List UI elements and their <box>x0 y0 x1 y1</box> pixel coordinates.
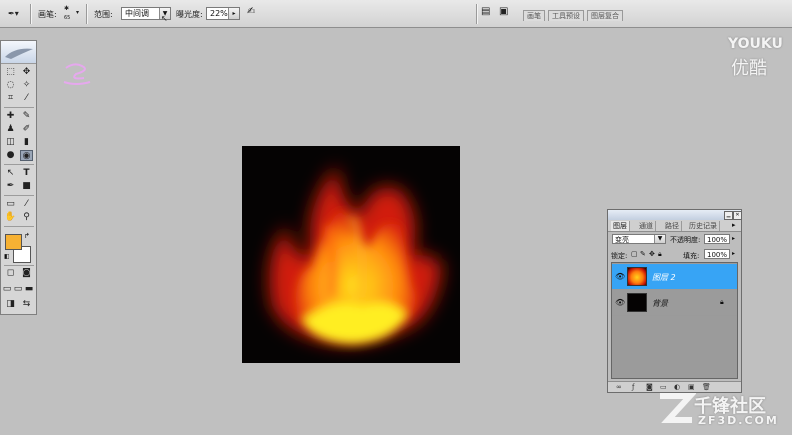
layer-thumbnail <box>627 293 647 312</box>
quick-mask-icon[interactable]: ◙ <box>20 268 33 279</box>
stamp-icon[interactable]: ♟ <box>4 124 17 135</box>
type-icon[interactable]: T <box>20 168 33 179</box>
eye-icon[interactable]: 👁︎ <box>615 298 625 307</box>
lock-label: 锁定: <box>611 252 628 260</box>
scribble-mark <box>63 63 91 85</box>
close-icon[interactable]: ✕ <box>733 211 742 220</box>
well-tab-brushes[interactable]: 画笔 <box>523 10 545 21</box>
tab-history[interactable]: 历史记录 <box>687 221 720 231</box>
layers-panel-titlebar[interactable]: ▁ ✕ <box>608 210 742 220</box>
chevron-down-icon[interactable]: ▼ <box>654 235 665 243</box>
file-browser-icon[interactable]: ▤ <box>481 6 490 17</box>
exposure-value: 22% <box>210 9 228 18</box>
gradient-icon[interactable]: ▮ <box>20 137 33 148</box>
layer-list: 👁︎ 图层 2 👁︎ 背景 🔒︎ <box>611 262 738 379</box>
panel-menu-icon[interactable]: ▸ <box>732 221 736 229</box>
layers-panel-tabs: 图层 通道 路径 历史记录 ▸ <box>608 220 741 232</box>
imageready-icon[interactable]: ◨ <box>4 299 17 310</box>
magic-wand-icon[interactable]: ✧ <box>20 80 33 91</box>
blend-mode-select[interactable]: 变亮 ▼ <box>612 234 666 244</box>
crop-icon[interactable]: ⌗ <box>4 93 17 104</box>
shape-icon[interactable]: ■ <box>20 181 33 192</box>
options-bar: ✒▾ 画笔: ✱ 65 ▾ 范围: 中间调 ▼ ↖ 曝光度: 22% ▸ ✍ ▤… <box>0 0 792 28</box>
move-icon[interactable]: ✥ <box>20 67 33 78</box>
site-logo-icon <box>660 393 696 423</box>
toolbox-header[interactable] <box>1 41 36 64</box>
lasso-icon[interactable]: ◌ <box>4 80 17 91</box>
fill-input[interactable]: 100% <box>704 249 730 259</box>
lock-transparency-icon[interactable]: ▢ <box>631 250 638 258</box>
layer-name: 图层 2 <box>652 273 676 282</box>
slice-icon[interactable]: ⁄ <box>20 93 33 104</box>
youku-watermark-text: YOUKU <box>728 36 783 52</box>
marquee-icon[interactable]: ⬚ <box>4 67 17 78</box>
eyedropper-icon[interactable]: ⁄ <box>20 199 33 210</box>
brush-size: 65 <box>64 15 71 21</box>
fill-slider-arrow-icon[interactable]: ▸ <box>732 250 735 257</box>
history-brush-icon[interactable]: ✐ <box>20 124 33 135</box>
exposure-input[interactable]: 22% ▸ <box>206 7 240 20</box>
opacity-value: 100% <box>707 236 728 244</box>
dodge-icon[interactable]: ◉ <box>20 150 33 161</box>
opacity-label: 不透明度: <box>670 236 701 244</box>
layer-row-layer2[interactable]: 👁︎ 图层 2 <box>612 264 737 290</box>
well-tab-layer-comps[interactable]: 图层复合 <box>587 10 623 21</box>
screen-mode-full-icon[interactable]: ▬ <box>23 284 35 295</box>
link-icon[interactable]: ∞ <box>616 383 622 391</box>
feather-logo-icon <box>5 48 33 59</box>
eraser-icon[interactable]: ◫ <box>4 137 17 148</box>
path-select-icon[interactable]: ↖ <box>4 168 17 179</box>
airbrush-icon[interactable]: ✍ <box>247 6 255 17</box>
tool-preset-icon[interactable]: ✒▾ <box>8 9 19 18</box>
tab-paths[interactable]: 路径 <box>663 221 682 231</box>
jump-icon[interactable]: ⇆ <box>20 299 33 310</box>
blend-mode-value: 变亮 <box>615 236 629 244</box>
brush-icon[interactable]: ✎ <box>20 111 33 122</box>
eye-icon[interactable]: 👁︎ <box>615 272 625 281</box>
swap-colors-icon[interactable]: ↱ <box>24 232 30 240</box>
tab-layers[interactable]: 图层 <box>611 221 630 231</box>
layer-row-background[interactable]: 👁︎ 背景 🔒︎ <box>612 290 737 316</box>
opacity-slider-arrow-icon[interactable]: ▸ <box>732 235 735 242</box>
standard-mode-icon[interactable]: ◻ <box>4 268 17 279</box>
fill-value: 100% <box>707 251 728 259</box>
hand-icon[interactable]: ✋ <box>4 212 17 223</box>
notes-icon[interactable]: ▭ <box>4 199 17 210</box>
layer-style-icon[interactable]: ƒ <box>632 383 634 391</box>
layer-mask-icon[interactable]: ◙ <box>646 383 653 391</box>
range-label: 范围: <box>94 10 113 19</box>
trash-icon[interactable]: 🗑︎ <box>702 383 711 391</box>
opacity-input[interactable]: 100% <box>704 234 730 244</box>
layer-name: 背景 <box>652 299 668 308</box>
toolbox: ⬚ ✥ ◌ ✧ ⌗ ⁄ ✚ ✎ ♟ ✐ ◫ ▮ ● ◉ ↖ T ✒ ■ ▭ ⁄ … <box>0 40 37 315</box>
fill-label: 填充: <box>683 252 700 260</box>
layer-thumbnail <box>627 267 647 286</box>
default-colors-icon[interactable]: ◧ <box>4 253 10 260</box>
lock-image-icon[interactable]: ✎ <box>640 250 646 258</box>
range-select-value: 中间调 <box>125 9 149 18</box>
mouse-cursor-icon: ↖ <box>161 14 168 23</box>
brush-picker-arrow-icon[interactable]: ▾ <box>76 9 79 16</box>
zoom-icon[interactable]: ⚲ <box>20 212 33 223</box>
document-canvas[interactable] <box>242 146 460 363</box>
healing-icon[interactable]: ✚ <box>4 111 17 122</box>
layers-panel: ▁ ✕ 图层 通道 路径 历史记录 ▸ 变亮 ▼ 不透明度: 100% ▸ 锁定… <box>607 209 742 393</box>
foreground-color-swatch[interactable] <box>5 234 22 250</box>
brush-label: 画笔: <box>38 10 57 19</box>
lock-position-icon[interactable]: ✥ <box>649 250 655 258</box>
exposure-label: 曝光度: <box>176 10 203 19</box>
minimize-icon[interactable]: ▁ <box>724 211 733 220</box>
pen-icon[interactable]: ✒ <box>4 181 17 192</box>
chevron-down-icon[interactable]: ▸ <box>228 8 239 19</box>
site-watermark-en: ZF3D.COM <box>698 414 779 427</box>
lock-icon: 🔒︎ <box>720 298 724 306</box>
flame-artwork <box>269 166 442 344</box>
well-tab-tool-presets[interactable]: 工具预设 <box>548 10 584 21</box>
lock-all-icon[interactable]: 🔒︎ <box>658 250 662 259</box>
brush-preview-icon[interactable]: ✱ <box>64 5 69 12</box>
blur-icon[interactable]: ● <box>4 150 17 161</box>
tab-channels[interactable]: 通道 <box>637 221 656 231</box>
youku-watermark-cn: 优酷 <box>731 58 767 79</box>
palette-well-icon[interactable]: ▣ <box>499 6 508 17</box>
